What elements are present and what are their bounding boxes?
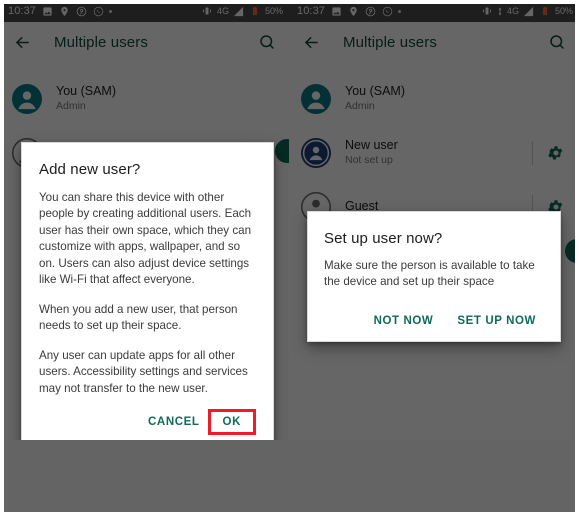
phone-screen-left: 10:37 xyxy=(0,0,289,440)
dialog-body: You can share this device with other peo… xyxy=(39,190,256,397)
dialog-paragraph: When you add a new user, that person nee… xyxy=(39,302,238,333)
not-now-button[interactable]: NOT NOW xyxy=(366,309,442,333)
set-up-user-dialog: Set up user now? Make sure the person is… xyxy=(307,211,561,342)
dialog-body: Make sure the person is available to tak… xyxy=(324,258,544,291)
add-new-user-dialog: Add new user? You can share this device … xyxy=(21,142,274,440)
dual-screenshot-container: 10:37 xyxy=(0,0,579,516)
ok-button[interactable]: OK xyxy=(217,413,247,431)
dialog-paragraph: You can share this device with other peo… xyxy=(39,191,252,287)
dialog-title: Set up user now? xyxy=(324,230,443,247)
dialog-actions: NOT NOW SET UP NOW xyxy=(324,309,544,333)
phone-screen-right: 10:37 xyxy=(289,0,579,440)
cancel-button[interactable]: CANCEL xyxy=(140,410,208,434)
page-background-filler xyxy=(0,440,579,516)
dialog-actions: CANCEL OK xyxy=(39,408,256,435)
ok-button-highlight: OK xyxy=(207,408,256,435)
dialog-title: Add new user? xyxy=(39,161,141,178)
dialog-paragraph: Make sure the person is available to tak… xyxy=(324,259,535,289)
dialog-paragraph: Any user can update apps for all other u… xyxy=(39,348,248,395)
set-up-now-button[interactable]: SET UP NOW xyxy=(449,309,544,333)
